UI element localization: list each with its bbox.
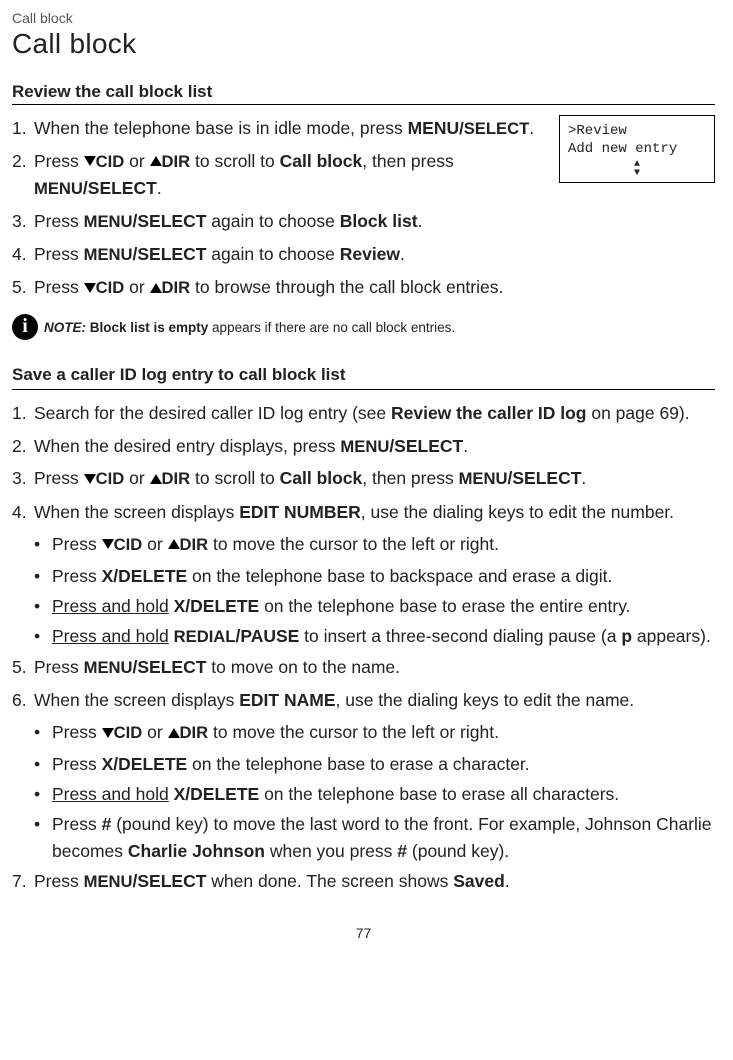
up-arrow-icon: [150, 156, 162, 166]
lcd-display: >Review Add new entry ▲▼: [559, 115, 715, 183]
down-arrow-icon: [84, 283, 96, 293]
step-1-3: 3. Press MENU/SELECT again to choose Blo…: [12, 208, 715, 235]
step-2-7: 7. Press MENU/SELECT when done. The scre…: [12, 868, 715, 895]
page-title: Call block: [12, 28, 715, 60]
down-arrow-icon: [102, 539, 114, 549]
info-icon: i: [12, 314, 38, 340]
lcd-line-2: Add new entry: [568, 140, 706, 158]
down-arrow-icon: [84, 156, 96, 166]
up-arrow-icon: [168, 539, 180, 549]
step-1-4: 4. Press MENU/SELECT again to choose Rev…: [12, 241, 715, 268]
step-2-2: 2. When the desired entry displays, pres…: [12, 433, 715, 460]
step-2-1: 1. Search for the desired caller ID log …: [12, 400, 715, 426]
step-2-4: 4. When the screen displays EDIT NUMBER,…: [12, 499, 715, 525]
bullet-2-6-2: • Press X/DELETE on the telephone base t…: [34, 751, 715, 777]
section-title-save: Save a caller ID log entry to call block…: [12, 362, 715, 391]
bullet-2-6-4: • Press # (pound key) to move the last w…: [34, 811, 715, 864]
page-number: 77: [12, 925, 715, 941]
up-arrow-icon: [150, 474, 162, 484]
bullet-2-4-2: • Press X/DELETE on the telephone base t…: [34, 563, 715, 589]
note-block: i NOTE: Block list is empty appears if t…: [12, 314, 715, 340]
breadcrumb: Call block: [12, 10, 715, 26]
step-1-1: 1. When the telephone base is in idle mo…: [12, 115, 545, 142]
down-arrow-icon: [102, 728, 114, 738]
lcd-scroll-arrows: ▲▼: [568, 160, 706, 178]
step-2-6: 6. When the screen displays EDIT NAME, u…: [12, 687, 715, 713]
bullet-2-4-1: • Press CID or DIR to move the cursor to…: [34, 531, 715, 559]
step-2-5: 5. Press MENU/SELECT to move on to the n…: [12, 654, 715, 681]
up-arrow-icon: [168, 728, 180, 738]
bullet-2-4-4: • Press and hold REDIAL/PAUSE to insert …: [34, 623, 715, 650]
down-arrow-icon: [84, 474, 96, 484]
bullet-2-6-1: • Press CID or DIR to move the cursor to…: [34, 719, 715, 747]
lcd-line-1: >Review: [568, 122, 706, 140]
up-arrow-icon: [150, 283, 162, 293]
bullet-2-6-3: • Press and hold X/DELETE on the telepho…: [34, 781, 715, 807]
section-title-review: Review the call block list: [12, 82, 715, 105]
step-1-2: 2. Press CID or DIR to scroll to Call bl…: [12, 148, 545, 202]
bullet-2-4-3: • Press and hold X/DELETE on the telepho…: [34, 593, 715, 619]
step-1-5: 5. Press CID or DIR to browse through th…: [12, 274, 715, 302]
step-2-3: 3. Press CID or DIR to scroll to Call bl…: [12, 465, 715, 493]
